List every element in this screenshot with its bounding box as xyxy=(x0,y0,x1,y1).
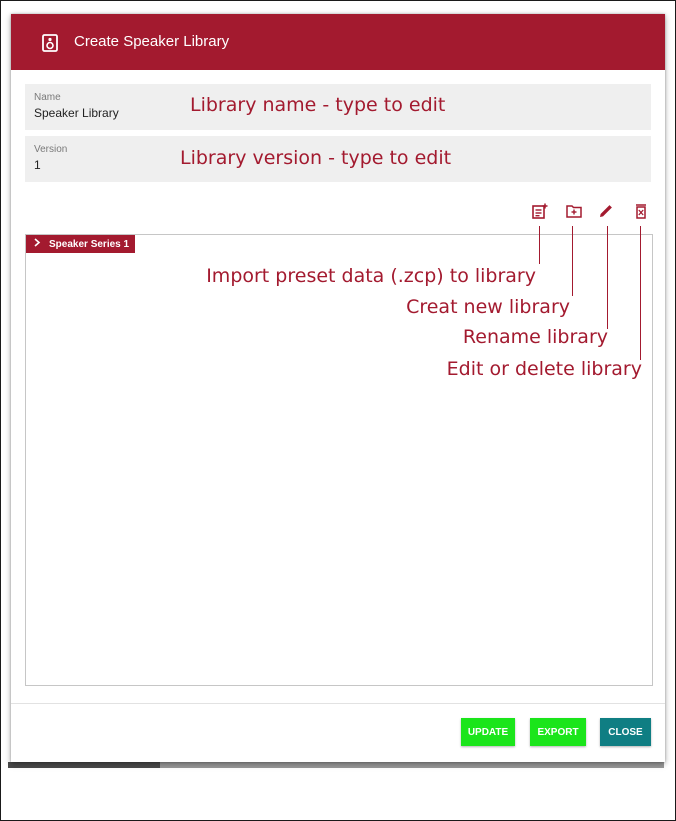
dialog-title: Create Speaker Library xyxy=(74,33,230,50)
speaker-icon xyxy=(42,34,58,52)
edit-delete-annotation: Edit or delete library xyxy=(446,358,642,380)
delete-library-button[interactable] xyxy=(632,203,650,224)
rename-library-button[interactable] xyxy=(597,204,615,222)
version-input[interactable]: 1 xyxy=(34,158,41,172)
footer-divider xyxy=(11,703,665,704)
new-callout-line xyxy=(572,226,573,296)
rename-annotation: Rename library xyxy=(462,326,608,348)
version-label: Version xyxy=(34,144,68,155)
dialog-header: Create Speaker Library xyxy=(11,14,665,70)
new-folder-icon xyxy=(566,203,582,224)
backdrop-shadow xyxy=(8,762,160,768)
name-label: Name xyxy=(34,92,61,103)
export-button[interactable]: EXPORT xyxy=(530,718,586,746)
chevron-right-icon xyxy=(34,238,41,250)
version-annotation: Library version - type to edit xyxy=(180,147,452,169)
import-callout-line xyxy=(539,226,540,264)
name-input[interactable]: Speaker Library xyxy=(34,106,119,120)
delete-box-icon xyxy=(633,203,649,224)
import-preset-icon xyxy=(532,203,548,224)
new-library-annotation: Creat new library xyxy=(406,296,570,318)
new-library-button[interactable] xyxy=(565,204,583,222)
edit-delete-callout-line xyxy=(640,226,641,360)
pencil-icon xyxy=(598,203,614,224)
create-speaker-library-dialog: Create Speaker Library Name Speaker Libr… xyxy=(11,14,665,762)
tree-node-speaker-series[interactable]: Speaker Series 1 xyxy=(26,235,136,253)
name-annotation: Library name - type to edit xyxy=(190,94,446,116)
import-annotation: Import preset data (.zcp) to library xyxy=(206,265,536,287)
close-button[interactable]: CLOSE xyxy=(600,718,651,746)
rename-callout-line xyxy=(607,226,608,329)
import-preset-button[interactable] xyxy=(531,203,549,224)
tree-node-label: Speaker Series 1 xyxy=(49,238,130,250)
update-button[interactable]: UPDATE xyxy=(461,718,515,746)
